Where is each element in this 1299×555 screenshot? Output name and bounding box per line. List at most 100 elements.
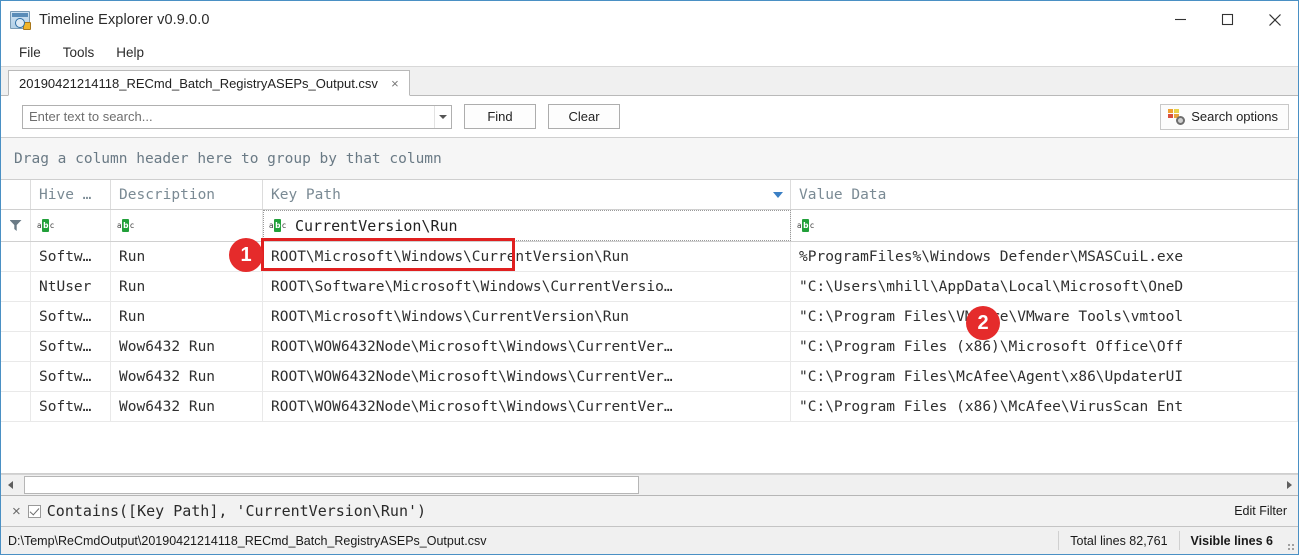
grid-header-row: Hive … Description Key Path Value Data	[1, 180, 1298, 210]
abc-filter-icon: abc	[37, 219, 55, 232]
cell-value-data: "C:\Users\mhill\AppData\Local\Microsoft\…	[791, 272, 1298, 301]
cell-description: Run	[111, 302, 263, 331]
cell-hive: Softw…	[31, 242, 111, 271]
abc-filter-icon: abc	[269, 219, 287, 232]
search-options-button[interactable]: Search options	[1160, 103, 1289, 130]
filter-cell-key-path-value: CurrentVersion\Run	[295, 216, 458, 235]
cell-description: Wow6432 Run	[111, 362, 263, 391]
filter-cell-key-path[interactable]: abc CurrentVersion\Run	[263, 210, 791, 241]
status-bar: D:\Temp\ReCmdOutput\20190421214118_RECmd…	[1, 527, 1298, 554]
cell-hive: NtUser	[31, 272, 111, 301]
tab-close-icon[interactable]: ×	[388, 76, 402, 91]
table-row[interactable]: Softw… Wow6432 Run ROOT\WOW6432Node\Micr…	[1, 392, 1298, 422]
cell-key-path: ROOT\WOW6432Node\Microsoft\Windows\Curre…	[263, 362, 791, 391]
abc-filter-icon: abc	[117, 219, 135, 232]
filter-cell-description[interactable]: abc	[111, 210, 263, 241]
menu-item-tools[interactable]: Tools	[53, 41, 105, 64]
menu-item-help[interactable]: Help	[106, 41, 154, 64]
tab-csv-file[interactable]: 20190421214118_RECmd_Batch_RegistryASEPs…	[8, 70, 410, 96]
chevron-down-icon[interactable]	[434, 105, 451, 128]
window-controls	[1157, 1, 1298, 38]
cell-key-path: ROOT\Microsoft\Windows\CurrentVersion\Ru…	[263, 242, 791, 271]
window-title: Timeline Explorer v0.9.0.0	[39, 11, 210, 28]
cell-key-path: ROOT\WOW6432Node\Microsoft\Windows\Curre…	[263, 332, 791, 361]
cell-value-data: %ProgramFiles%\Windows Defender\MSASCuiL…	[791, 242, 1298, 271]
cell-hive: Softw…	[31, 332, 111, 361]
menu-item-file[interactable]: File	[9, 41, 51, 64]
search-options-label: Search options	[1191, 109, 1278, 124]
table-row[interactable]: Softw… Run ROOT\Microsoft\Windows\Curren…	[1, 302, 1298, 332]
tab-strip: 20190421214118_RECmd_Batch_RegistryASEPs…	[1, 67, 1298, 96]
column-header-key-path[interactable]: Key Path	[263, 180, 791, 209]
status-visible-lines: Visible lines 6	[1178, 531, 1284, 550]
cell-description: Run	[111, 272, 263, 301]
maximize-button[interactable]	[1204, 1, 1251, 38]
abc-filter-icon: abc	[797, 219, 815, 232]
group-by-panel[interactable]: Drag a column header here to group by th…	[1, 138, 1298, 180]
edit-filter-link[interactable]: Edit Filter	[1234, 504, 1287, 518]
status-file-path: D:\Temp\ReCmdOutput\20190421214118_RECmd…	[8, 533, 487, 548]
table-row[interactable]: Softw… Wow6432 Run ROOT\WOW6432Node\Micr…	[1, 332, 1298, 362]
grid-filter-row: abc abc abc CurrentVersion\Run abc	[1, 210, 1298, 242]
filter-close-icon[interactable]: ×	[12, 504, 21, 519]
row-indicator	[1, 332, 31, 361]
column-header-value-data[interactable]: Value Data	[791, 180, 1298, 209]
row-indicator	[1, 302, 31, 331]
row-indicator	[1, 362, 31, 391]
column-header-key-path-label: Key Path	[271, 186, 341, 203]
search-combo[interactable]	[22, 104, 452, 129]
row-indicator	[1, 242, 31, 271]
close-button[interactable]	[1251, 1, 1298, 38]
minimize-button[interactable]	[1157, 1, 1204, 38]
filter-row-indicator	[1, 210, 31, 241]
timeline-explorer-icon	[10, 10, 31, 30]
filter-panel: × Contains([Key Path], 'CurrentVersion\R…	[1, 496, 1298, 527]
column-header-hive[interactable]: Hive …	[31, 180, 111, 209]
filter-funnel-icon	[9, 220, 22, 231]
scroll-right-arrow-icon[interactable]	[1280, 475, 1298, 495]
filter-enabled-checkbox[interactable]	[27, 504, 41, 518]
resize-grip-icon[interactable]	[1284, 527, 1298, 554]
cell-key-path: ROOT\Software\Microsoft\Windows\CurrentV…	[263, 272, 791, 301]
horizontal-scrollbar[interactable]	[1, 474, 1298, 496]
table-row[interactable]: Softw… Wow6432 Run ROOT\WOW6432Node\Micr…	[1, 362, 1298, 392]
cell-hive: Softw…	[31, 362, 111, 391]
cell-key-path: ROOT\WOW6432Node\Microsoft\Windows\Curre…	[263, 392, 791, 421]
search-options-icon	[1168, 109, 1186, 125]
menu-bar: File Tools Help	[1, 38, 1298, 67]
cell-value-data: "C:\Program Files\VMware\VMware Tools\vm…	[791, 302, 1298, 331]
cell-description: Wow6432 Run	[111, 392, 263, 421]
cell-value-data: "C:\Program Files\McAfee\Agent\x86\Updat…	[791, 362, 1298, 391]
search-toolbar: Find Clear Search options	[1, 96, 1298, 138]
search-input[interactable]	[23, 109, 434, 124]
tab-label: 20190421214118_RECmd_Batch_RegistryASEPs…	[19, 75, 378, 91]
filter-cell-value-data[interactable]: abc	[791, 210, 1298, 241]
cell-hive: Softw…	[31, 392, 111, 421]
row-indicator	[1, 392, 31, 421]
cell-hive: Softw…	[31, 302, 111, 331]
find-button[interactable]: Find	[464, 104, 536, 129]
timeline-explorer-window: Timeline Explorer v0.9.0.0 File Tools He…	[0, 0, 1299, 555]
grid-body: Softw… Run ROOT\Microsoft\Windows\Curren…	[1, 242, 1298, 473]
scrollbar-track[interactable]	[19, 475, 1280, 495]
filter-expression: Contains([Key Path], 'CurrentVersion\Run…	[46, 502, 427, 520]
cell-key-path: ROOT\Microsoft\Windows\CurrentVersion\Ru…	[263, 302, 791, 331]
cell-value-data: "C:\Program Files (x86)\Microsoft Office…	[791, 332, 1298, 361]
scroll-left-arrow-icon[interactable]	[1, 475, 19, 495]
clear-button[interactable]: Clear	[548, 104, 620, 129]
cell-value-data: "C:\Program Files (x86)\McAfee\VirusScan…	[791, 392, 1298, 421]
annotation-badge-2: 2	[966, 306, 1000, 340]
sort-descending-icon	[773, 191, 783, 198]
table-row[interactable]: NtUser Run ROOT\Software\Microsoft\Windo…	[1, 272, 1298, 302]
data-grid: Hive … Description Key Path Value Data a…	[1, 180, 1298, 474]
title-bar: Timeline Explorer v0.9.0.0	[1, 1, 1298, 38]
column-header-description[interactable]: Description	[111, 180, 263, 209]
filter-cell-hive[interactable]: abc	[31, 210, 111, 241]
annotation-badge-1: 1	[229, 238, 263, 272]
scrollbar-thumb[interactable]	[24, 476, 639, 494]
cell-description: Wow6432 Run	[111, 332, 263, 361]
column-header-indicator	[1, 180, 31, 209]
row-indicator	[1, 272, 31, 301]
table-row[interactable]: Softw… Run ROOT\Microsoft\Windows\Curren…	[1, 242, 1298, 272]
status-total-lines: Total lines 82,761	[1058, 531, 1178, 550]
